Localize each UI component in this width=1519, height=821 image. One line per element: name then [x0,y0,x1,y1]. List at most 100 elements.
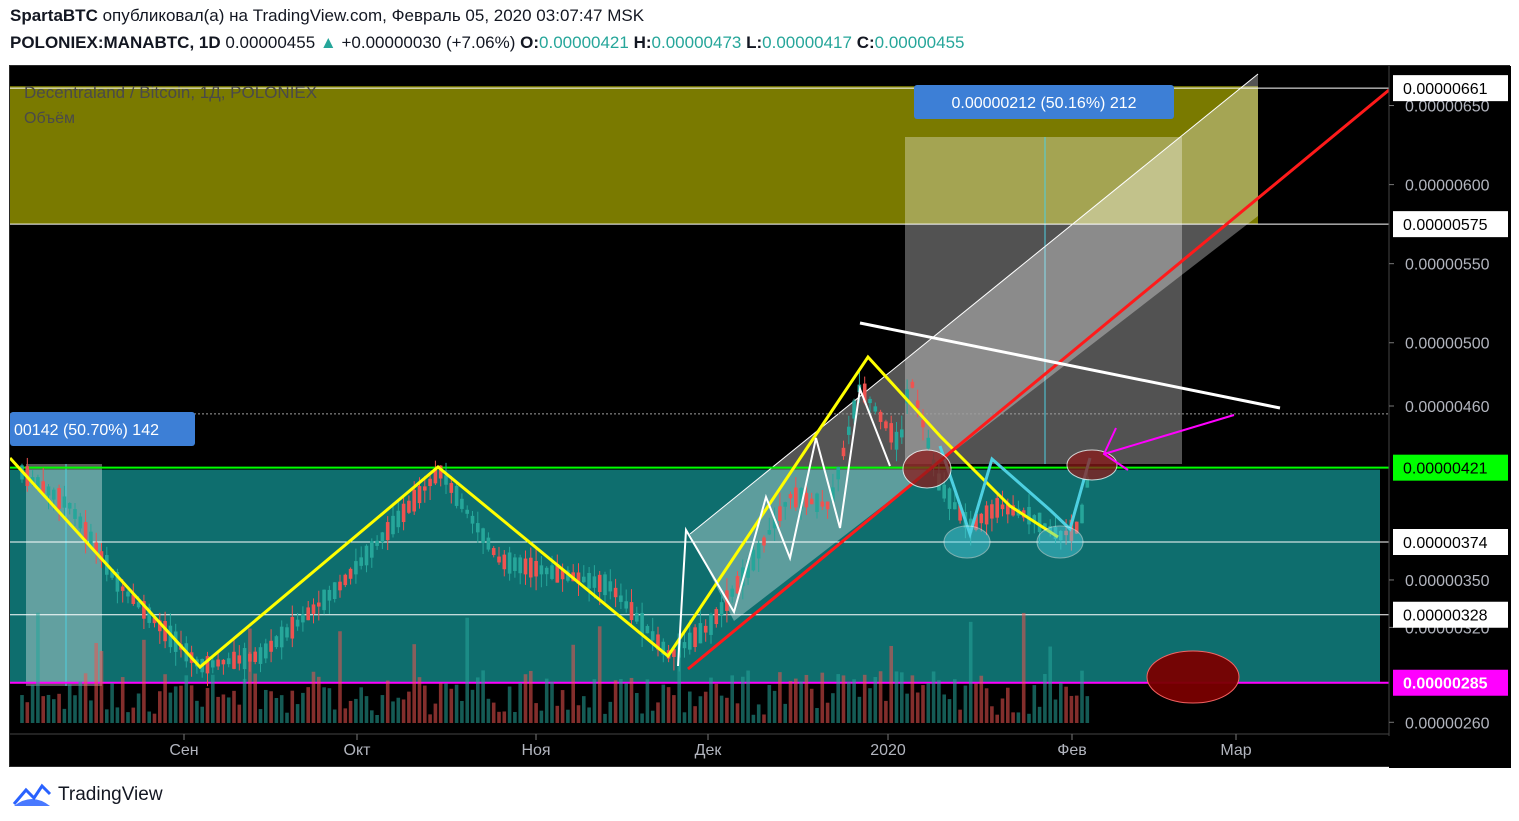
candle-body [550,565,554,579]
volume-bar [417,677,422,723]
candle-body [343,574,348,586]
candle-body [953,502,957,510]
candle-body [491,548,496,556]
ellipse-bottom-2 [1036,525,1084,559]
volume-bar [730,675,734,723]
volume-bar [99,650,104,723]
last-price: 0.00000455 [225,33,316,52]
candle-body [523,558,528,575]
volume-bar [1080,670,1084,723]
volume-bar [502,711,507,723]
candle-body [698,623,703,644]
volume-bar [73,695,77,723]
volume-bar [513,712,517,723]
volume-bar [778,672,782,723]
volume-bar [433,703,438,723]
volume-bar [1016,712,1021,723]
volume-bar [131,707,136,723]
symbol-name[interactable]: POLONIEX:MANABTC, 1D [10,33,221,52]
candle-body [915,400,920,409]
candle-body [756,543,761,559]
volume-bar [94,642,98,723]
chart-panel[interactable]: 0.00000212 (50.16%) 212 00142 (50.70%) 14… [9,65,1511,768]
candle-body [73,509,77,519]
candle-body [751,549,756,571]
candle-body [407,500,411,513]
candle-body [703,625,708,633]
candle-body [947,488,952,509]
volume-bar [608,701,613,723]
ellipse-retest [1066,449,1118,481]
volume-bar [984,688,989,723]
candle-body [518,557,522,574]
volume-bar [783,703,787,723]
candle-body [67,502,72,509]
candle-body [544,567,549,575]
volume-bar [189,685,194,723]
volume-bar [1027,713,1031,723]
candle-body [794,487,798,508]
candle-body [460,498,464,509]
volume-bar [279,695,284,723]
volume-bar [910,675,915,723]
volume-bar [470,689,475,723]
measure-label-top: 0.00000212 (50.16%) 212 [951,95,1136,112]
volume-bar [396,697,401,723]
volume-bar [788,681,793,723]
ellipse-breakout [902,449,952,489]
candle-body [338,581,342,591]
volume-bar [645,679,650,723]
volume-bar [666,687,671,723]
publish-text: опубликовал(а) на TradingView.com, Февра… [102,6,645,25]
candle-body [539,565,544,575]
candle-body [868,398,872,404]
high-value: 0.00000473 [651,33,742,52]
volume-bar [857,696,862,723]
candle-body [258,647,263,664]
volume-bar [327,688,332,723]
close-value: 0.00000455 [874,33,965,52]
price-chart[interactable]: 0.00000212 (50.16%) 212 00142 (50.70%) 14… [10,66,1511,768]
candle-body [226,658,231,665]
volume-bar [995,714,999,723]
volume-bar [195,700,199,723]
y-tick-label: 0.00000460 [1405,399,1490,416]
volume-bar [974,683,978,723]
candle-body [767,530,772,535]
volume-bar [767,684,772,723]
volume-bar [136,693,141,723]
volume-bar [407,691,411,723]
volume-bar [979,675,984,723]
candle-body [629,602,634,621]
volume-bar [688,691,692,723]
author-name[interactable]: SpartaBTC [10,6,98,25]
candle-body [640,612,644,634]
candle-body [990,504,994,519]
volume-bar [152,713,157,723]
volume-bar [958,709,962,723]
volume-bar [852,679,856,723]
candle-body [788,493,793,499]
footer-brand[interactable]: TradingView [12,782,163,808]
price-level-tag-2: 0.00000421 [1403,461,1488,478]
volume-bar [507,686,512,723]
volume-bar [78,681,83,723]
candle-body [809,498,814,505]
candle-body [878,411,883,422]
volume-bar [120,677,125,723]
volume-bar [534,703,538,723]
candle-body [354,561,358,575]
volume-bar [1011,712,1015,723]
candle-body [597,574,602,593]
volume-bar [539,710,544,723]
volume-bar [216,696,220,723]
x-tick-label: Сен [169,742,198,759]
volume-bar [592,679,597,723]
candle-body [126,591,130,597]
volume-bar [741,676,745,723]
candle-body [645,626,650,634]
volume-bar [571,644,575,723]
candle-body [364,545,369,566]
volume-bar [1021,612,1026,723]
y-tick-label: 0.00000550 [1405,257,1490,274]
